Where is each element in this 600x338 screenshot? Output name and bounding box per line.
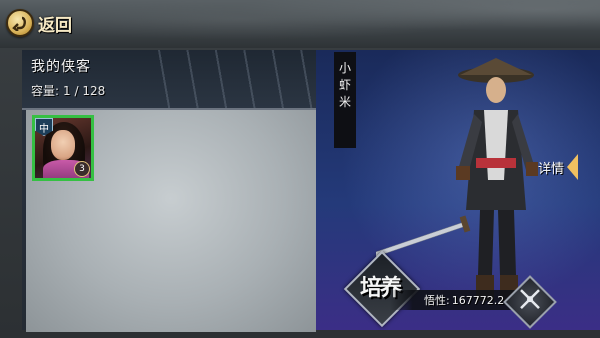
- hero-name-char: 虾: [338, 78, 351, 92]
- roster-header: 我的侠客 容量: 1 / 128: [22, 50, 316, 110]
- detail-arrow-icon: [567, 154, 579, 180]
- back-button[interactable]: 返回: [6, 7, 90, 39]
- hero-name-char: 小: [338, 61, 351, 75]
- detail-label: 详情: [538, 161, 565, 177]
- hero-name-plate: 小 虾 米: [334, 52, 356, 148]
- roster-grid: 中 3: [26, 110, 316, 332]
- capacity-value: 1 / 128: [63, 84, 106, 98]
- hero-name-char: 米: [338, 95, 351, 109]
- back-arrow-icon: [6, 9, 34, 37]
- bamboo-decoration: [156, 50, 316, 108]
- roster-panel: 我的侠客 容量: 1 / 128 中 3: [22, 50, 316, 332]
- capacity-label: 容量:: [31, 84, 60, 98]
- level-badge: 3: [74, 161, 90, 177]
- stat-value: 167772.2: [451, 293, 505, 307]
- back-label: 返回: [38, 15, 72, 36]
- stat-label: 悟性:: [424, 294, 450, 307]
- character-card[interactable]: 中 3: [32, 115, 94, 181]
- detail-button[interactable]: 详情: [538, 154, 579, 180]
- portrait-face: [51, 130, 75, 160]
- capacity-readout: 容量: 1 / 128: [31, 82, 105, 99]
- roster-title: 我的侠客: [31, 59, 91, 75]
- top-bar-decoration: [0, 0, 600, 48]
